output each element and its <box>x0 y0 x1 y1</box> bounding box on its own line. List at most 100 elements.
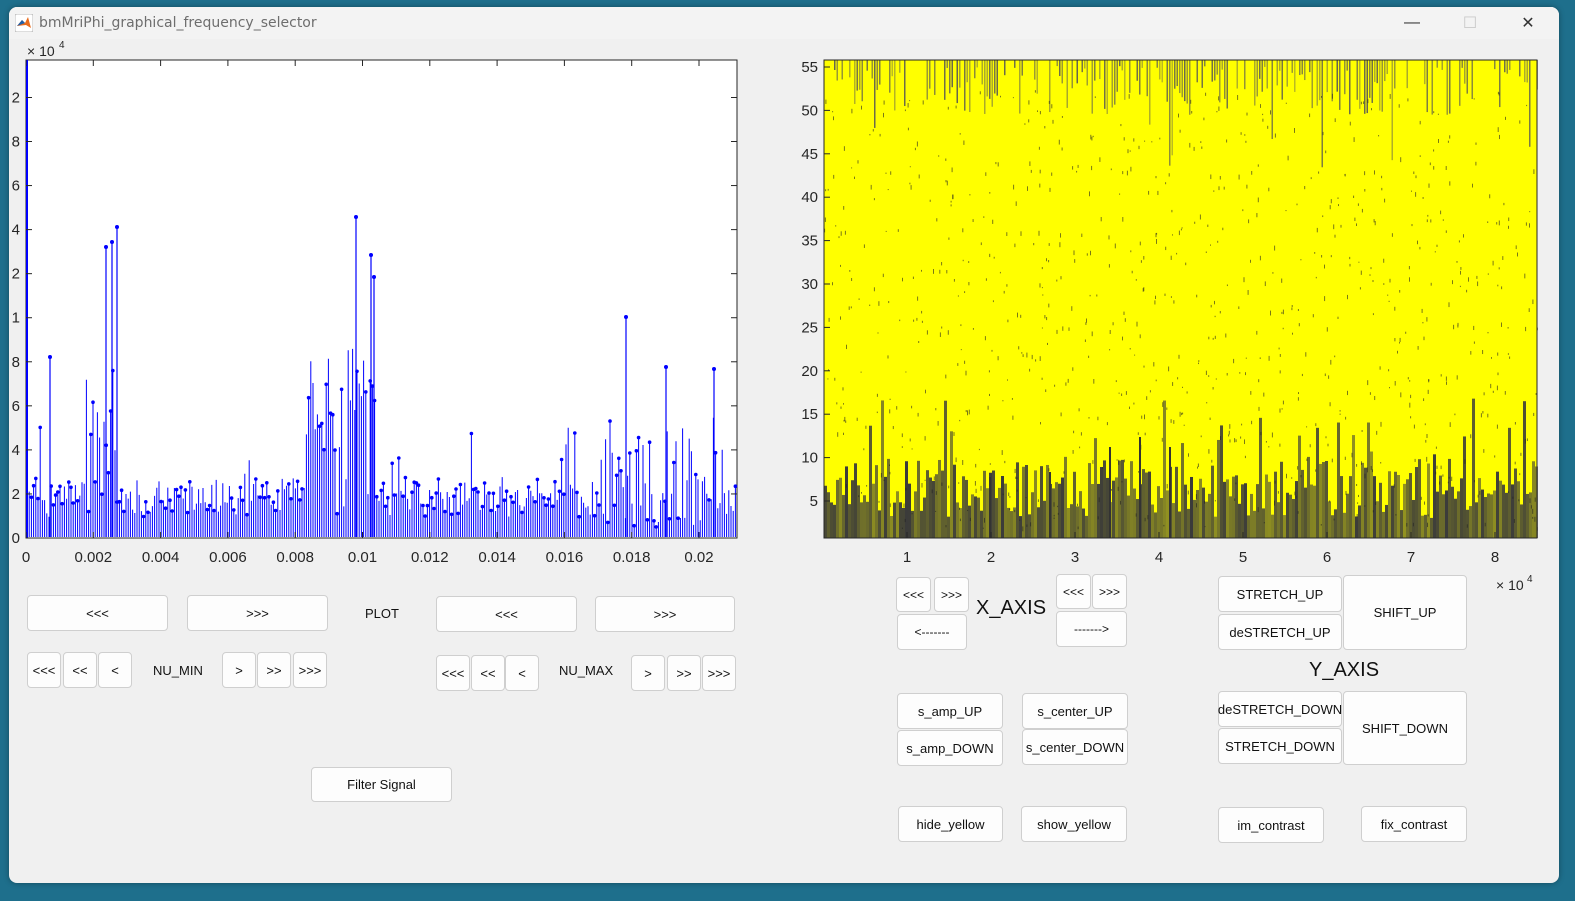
image-y-tick-label: 45 <box>801 146 818 163</box>
image-y-tick-label: 55 <box>801 59 818 76</box>
spectrum-y-tick-label: 2 <box>12 266 20 283</box>
spectrum-x-tick-label: 0 <box>22 549 30 566</box>
image-x-tick-label: 7 <box>1407 549 1415 566</box>
nu-max-step1-left-button[interactable]: < <box>505 655 539 691</box>
image-x-tick-label: 6 <box>1323 549 1331 566</box>
nu-min-step1-right-button[interactable]: > <box>222 652 256 688</box>
spectrum-x-tick-label: 0.008 <box>276 549 314 566</box>
spectrum-x-ticks: 0 0.002 0.004 0.006 0.008 0.01 0.012 0.014 0.016… <box>22 60 714 566</box>
spectrum-y-tick-label: 2 <box>12 486 20 503</box>
destretch-up-button[interactable]: deSTRETCH_UP <box>1218 614 1342 650</box>
spectrum-y-tick-label: 4 <box>12 442 20 459</box>
max-shift-left-button[interactable]: <<< <box>436 596 577 632</box>
spectrum-x-tick-label: 0.016 <box>546 549 584 566</box>
max-shift-right-button[interactable]: >>> <box>595 596 735 632</box>
app-window: bmMriPhi_graphical_frequency_selector — … <box>9 7 1559 883</box>
x-axis-left-faster-button[interactable]: >>> <box>934 577 969 612</box>
s-center-down-button[interactable]: s_center_DOWN <box>1022 729 1128 765</box>
nu-min-step3-right-button[interactable]: >>> <box>293 652 327 688</box>
nu-min-label: NU_MIN <box>153 663 203 678</box>
x-axis-left-fast-button[interactable]: <<< <box>896 577 931 612</box>
spectrum-y-tick-label: 6 <box>12 398 20 415</box>
s-center-up-button[interactable]: s_center_UP <box>1022 693 1128 729</box>
x-axis-left-arrow-button[interactable]: <------- <box>897 614 967 650</box>
image-y-tick-label: 50 <box>801 102 818 119</box>
nu-max-step3-right-button[interactable]: >>> <box>702 655 736 691</box>
spectrum-y-tick-label: 2 <box>12 89 20 106</box>
window-title: bmMriPhi_graphical_frequency_selector <box>39 15 317 31</box>
image-y-tick-label: 10 <box>801 450 818 467</box>
nu-max-step1-right-button[interactable]: > <box>631 655 665 691</box>
image-y-tick-label: 25 <box>801 319 818 336</box>
stretch-up-button[interactable]: STRETCH_UP <box>1218 576 1342 612</box>
image-y-tick-label: 40 <box>801 189 818 206</box>
x-axis-right-fast-button[interactable]: <<< <box>1056 574 1091 609</box>
hide-yellow-button[interactable]: hide_yellow <box>898 806 1003 842</box>
image-y-ticks: 5 10 15 20 25 30 35 40 45 50 55 <box>801 59 830 510</box>
image-y-tick-label: 20 <box>801 363 818 380</box>
plot-label: PLOT <box>365 606 399 621</box>
image-exponent-base: × 10 <box>1496 577 1524 593</box>
destretch-down-button[interactable]: deSTRETCH_DOWN <box>1218 691 1342 727</box>
spectrum-x-tick-label: 0.01 <box>348 549 377 566</box>
image-x-tick-label: 3 <box>1071 549 1079 566</box>
nu-max-step2-right-button[interactable]: >> <box>667 655 701 691</box>
image-x-tick-label: 4 <box>1155 549 1163 566</box>
filter-signal-button[interactable]: Filter Signal <box>311 767 452 802</box>
stretch-down-button[interactable]: STRETCH_DOWN <box>1218 728 1342 764</box>
spectrum-y-tick-label: 8 <box>12 354 20 371</box>
image-x-tick-label: 8 <box>1491 549 1499 566</box>
image-y-tick-label: 30 <box>801 276 818 293</box>
nu-max-label: NU_MAX <box>559 663 614 678</box>
show-yellow-button[interactable]: show_yellow <box>1021 806 1127 842</box>
nu-min-step2-right-button[interactable]: >> <box>257 652 291 688</box>
image-exponent-power: 4 <box>1527 574 1533 585</box>
x-axis-right-faster-button[interactable]: >>> <box>1092 574 1127 609</box>
spectrum-x-tick-label: 0.006 <box>209 549 247 566</box>
spectrum-y-tick-label: 0 <box>12 530 20 547</box>
image-y-tick-label: 15 <box>801 406 818 423</box>
spectrum-stems <box>26 60 738 538</box>
image-x-tick-label: 1 <box>903 549 911 566</box>
maximize-button[interactable]: ☐ <box>1441 7 1499 39</box>
spectrum-plot[interactable]: 0 0.002 0.004 0.006 0.008 0.01 0.012 0.014 0.016… <box>12 40 738 566</box>
shift-down-button[interactable]: SHIFT_DOWN <box>1343 691 1467 765</box>
spectrum-y-tick-label: 1 <box>12 310 20 327</box>
spectrum-x-tick-label: 0.004 <box>142 549 180 566</box>
im-contrast-button[interactable]: im_contrast <box>1218 807 1324 843</box>
image-y-tick-label: 35 <box>801 233 818 250</box>
image-x-tick-label: 2 <box>987 549 995 566</box>
spectrum-y-tick-label: 6 <box>12 178 20 195</box>
image-x-ticks: 1 2 3 4 5 6 7 8 <box>903 532 1499 566</box>
shift-up-button[interactable]: SHIFT_UP <box>1343 575 1467 650</box>
fix-contrast-button[interactable]: fix_contrast <box>1361 806 1467 842</box>
spectrum-y-ticks: 0 2 4 6 8 1 2 4 6 8 2 <box>12 89 737 547</box>
nu-max-step3-left-button[interactable]: <<< <box>436 655 470 691</box>
nu-min-step1-left-button[interactable]: < <box>98 652 132 688</box>
min-shift-left-button[interactable]: <<< <box>27 595 168 631</box>
minimize-button[interactable]: — <box>1383 7 1441 39</box>
nu-max-step2-left-button[interactable]: << <box>471 655 505 691</box>
title-bar: bmMriPhi_graphical_frequency_selector — … <box>9 7 1559 39</box>
image-x-tick-label: 5 <box>1239 549 1247 566</box>
x-axis-label: X_AXIS <box>976 597 1047 619</box>
image-dark-streaks <box>824 60 1538 538</box>
spectrum-exponent-base: × 10 <box>27 43 55 59</box>
matlab-logo-icon <box>15 14 33 32</box>
nu-min-step2-left-button[interactable]: << <box>63 652 97 688</box>
image-y-tick-label: 5 <box>810 493 818 510</box>
nu-min-step3-left-button[interactable]: <<< <box>27 652 61 688</box>
min-shift-right-button[interactable]: >>> <box>187 595 328 631</box>
spectrum-x-tick-label: 0.02 <box>684 549 713 566</box>
s-amp-down-button[interactable]: s_amp_DOWN <box>897 730 1003 766</box>
spectrum-y-tick-label: 8 <box>12 134 20 151</box>
x-axis-right-arrow-button[interactable]: -------> <box>1056 611 1127 647</box>
s-amp-up-button[interactable]: s_amp_UP <box>897 693 1003 729</box>
frequency-image-plot[interactable]: 12345678 510152025303540455055 × 10 4 <box>801 59 1538 593</box>
spectrum-x-tick-label: 0.018 <box>613 549 651 566</box>
close-button[interactable]: ✕ <box>1499 7 1557 39</box>
spectrum-exponent-power: 4 <box>59 40 65 51</box>
spectrum-x-tick-label: 0.012 <box>411 549 449 566</box>
spectrum-y-tick-label: 4 <box>12 222 20 239</box>
spectrum-x-tick-label: 0.014 <box>478 549 516 566</box>
